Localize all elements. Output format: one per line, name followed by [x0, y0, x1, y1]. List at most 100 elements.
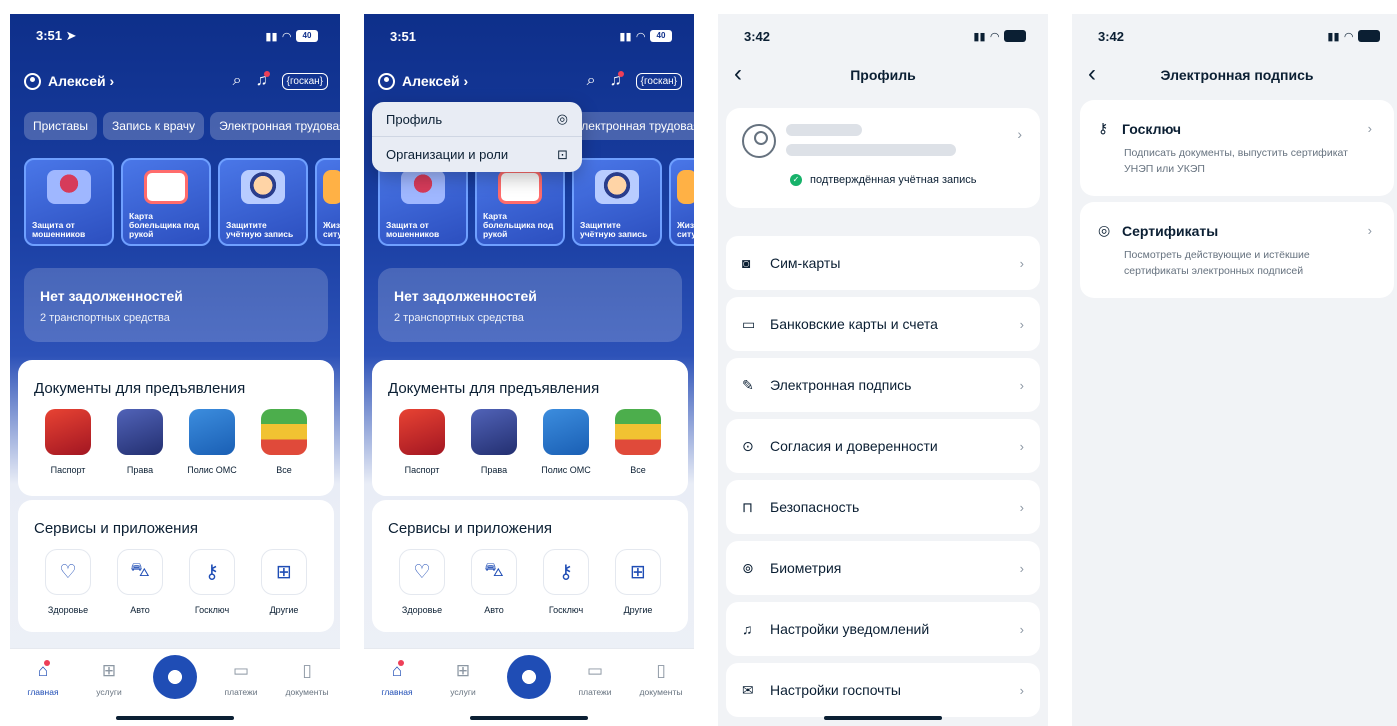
- tile-label: Госключ: [194, 605, 230, 615]
- chevron-left-icon[interactable]: ‹: [734, 60, 742, 88]
- goskey-card[interactable]: ⚷ Госключ › Подписать документы, выпустить…: [1080, 100, 1394, 196]
- card-description: Подписать документы, выпустить сертифика…: [1124, 147, 1348, 176]
- documents-card: Документы для предъявления Паспорт Права…: [18, 360, 334, 496]
- tile-label: Здоровье: [47, 605, 89, 615]
- service-tile[interactable]: ♡ Здоровье: [38, 549, 98, 615]
- document-tile[interactable]: Паспорт: [392, 409, 452, 475]
- service-tile[interactable]: ⚷ Госключ: [182, 549, 242, 615]
- tile-label: Авто: [130, 605, 150, 615]
- document-tile[interactable]: Полис ОМС: [536, 409, 596, 475]
- story-card[interactable]: Жизн ситуа: [669, 158, 694, 246]
- service-tile[interactable]: ⚷ Госключ: [536, 549, 596, 615]
- grid-icon: ⊞: [455, 661, 471, 680]
- car-icon: ⛍: [117, 549, 163, 595]
- document-tile[interactable]: Права: [464, 409, 524, 475]
- battery-level: 40: [656, 31, 666, 40]
- tile-label: Паспорт: [404, 465, 440, 475]
- chevron-right-icon: ›: [1019, 316, 1024, 332]
- blurred-name: [786, 124, 862, 136]
- user-menu-button[interactable]: Алексей ›: [378, 72, 468, 90]
- home-indicator: [824, 716, 942, 720]
- sim-card-icon: ◙: [742, 255, 751, 271]
- document-tile[interactable]: Все: [608, 409, 668, 475]
- chevron-right-icon: ›: [1367, 223, 1372, 238]
- menu-item-profile[interactable]: Профиль ◎: [372, 102, 582, 137]
- story-card[interactable]: Карта болельщика под рукой: [121, 158, 211, 246]
- service-tile[interactable]: ⛍ Авто: [110, 549, 170, 615]
- profile-icon: ◎: [556, 111, 568, 126]
- row-label: Сим-карты: [770, 255, 841, 271]
- service-tile[interactable]: ⊞ Другие: [608, 549, 668, 615]
- service-tile[interactable]: ⛍ Авто: [464, 549, 524, 615]
- bell-icon[interactable]: ♫: [256, 71, 270, 90]
- row-consents[interactable]: ⊙ Согласия и доверенности ›: [726, 419, 1040, 473]
- document-tile[interactable]: Все: [254, 409, 314, 475]
- story-card[interactable]: Защитите учётную запись: [572, 158, 662, 246]
- row-sim-cards[interactable]: ◙ Сим-карты ›: [726, 236, 1040, 290]
- debt-card[interactable]: Нет задолженностей 2 транспортных средст…: [378, 268, 682, 342]
- row-notifications[interactable]: ♫ Настройки уведомлений ›: [726, 602, 1040, 656]
- services-tiles: ♡ Здоровье ⛍ Авто ⚷ Госключ ⊞ Другие: [372, 537, 688, 615]
- battery-icon: [1004, 30, 1026, 42]
- passport-icon: [399, 409, 445, 455]
- pen-icon: ✎: [742, 376, 754, 393]
- story-card[interactable]: Жизн ситуа: [315, 158, 340, 246]
- story-card[interactable]: Защитите учётную запись: [218, 158, 308, 246]
- medical-policy-icon: [189, 409, 235, 455]
- row-security[interactable]: ⊓ Безопасность ›: [726, 480, 1040, 534]
- user-menu-button[interactable]: Алексей ›: [24, 72, 114, 90]
- row-label: Настройки госпочты: [770, 682, 901, 698]
- bell-icon[interactable]: ♫: [610, 71, 624, 90]
- goskan-button[interactable]: {госкан}: [635, 72, 682, 90]
- search-icon[interactable]: ⌕: [233, 72, 242, 90]
- heart-pulse-icon: ♡: [399, 549, 445, 595]
- story-card[interactable]: Защита от мошенников: [24, 158, 114, 246]
- chip-item[interactable]: Электронная трудовая: [210, 112, 340, 140]
- document-tile[interactable]: Паспорт: [38, 409, 98, 475]
- search-icon[interactable]: ⌕: [587, 72, 596, 90]
- document-tile[interactable]: Права: [110, 409, 170, 475]
- chevron-left-icon[interactable]: ‹: [1088, 60, 1096, 88]
- tab-home[interactable]: ⌂ главная: [15, 660, 71, 726]
- story-label: Защита от мошенников: [386, 220, 440, 240]
- tile-label: Права: [480, 465, 508, 475]
- story-label: Карта болельщика под рукой: [129, 211, 200, 240]
- card-title: Госключ: [1122, 120, 1182, 137]
- row-gos-mail[interactable]: ✉ Настройки госпочты ›: [726, 663, 1040, 717]
- row-e-signature[interactable]: ✎ Электронная подпись ›: [726, 358, 1040, 412]
- blurred-contact: [786, 144, 956, 156]
- hacker-illustration-icon: [47, 170, 91, 204]
- row-bank-cards[interactable]: ▭ Банковские карты и счета ›: [726, 297, 1040, 351]
- chip-item[interactable]: Приставы: [24, 112, 98, 140]
- services-title: Сервисы и приложения: [34, 520, 198, 537]
- passport-icon: [45, 409, 91, 455]
- wallet-icon: [615, 409, 661, 455]
- menu-item-organizations[interactable]: Организации и роли ⊡: [372, 137, 582, 172]
- chevron-right-icon: ›: [1017, 126, 1022, 142]
- debt-card[interactable]: Нет задолженностей 2 транспортных средст…: [24, 268, 328, 342]
- face-scan-icon: ⊚: [742, 559, 754, 576]
- tab-documents[interactable]: ▯ документы: [279, 661, 335, 726]
- tab-documents[interactable]: ▯ документы: [633, 661, 689, 726]
- chip-item[interactable]: Запись к врачу: [103, 112, 205, 140]
- screenshot-collage: 3:51 ➤ ▮▮ ◠ 40 Алексей › ⌕ ♫ {госкан} Прис…: [0, 0, 1397, 726]
- row-biometry[interactable]: ⊚ Биометрия ›: [726, 541, 1040, 595]
- tab-home[interactable]: ⌂ главная: [369, 660, 425, 726]
- certificates-card[interactable]: ◎ Сертификаты › Посмотреть действующие и и…: [1080, 202, 1394, 298]
- service-tile[interactable]: ⊞ Другие: [254, 549, 314, 615]
- story-label: Защитите учётную запись: [580, 220, 648, 240]
- tab-bar: ⌂ главная ⊞ услуги ▭ платежи ▯ документы: [10, 648, 340, 726]
- quick-chips: Приставы Запись к врачу Электронная труд…: [24, 112, 340, 140]
- document-icon: ▯: [302, 661, 312, 680]
- document-tile[interactable]: Полис ОМС: [182, 409, 242, 475]
- goskan-button[interactable]: {госкан}: [281, 72, 328, 90]
- profile-card[interactable]: ✓ подтверждённая учётная запись ›: [726, 108, 1040, 208]
- service-tile[interactable]: ♡ Здоровье: [392, 549, 452, 615]
- tile-label: Другие: [269, 605, 299, 615]
- grid-icon: ⊞: [261, 549, 307, 595]
- medical-policy-icon: [543, 409, 589, 455]
- tile-label: Здоровье: [401, 605, 443, 615]
- tile-label: Права: [126, 465, 154, 475]
- chip-item[interactable]: Электронная трудовая: [564, 112, 694, 140]
- battery-icon: [1358, 30, 1380, 42]
